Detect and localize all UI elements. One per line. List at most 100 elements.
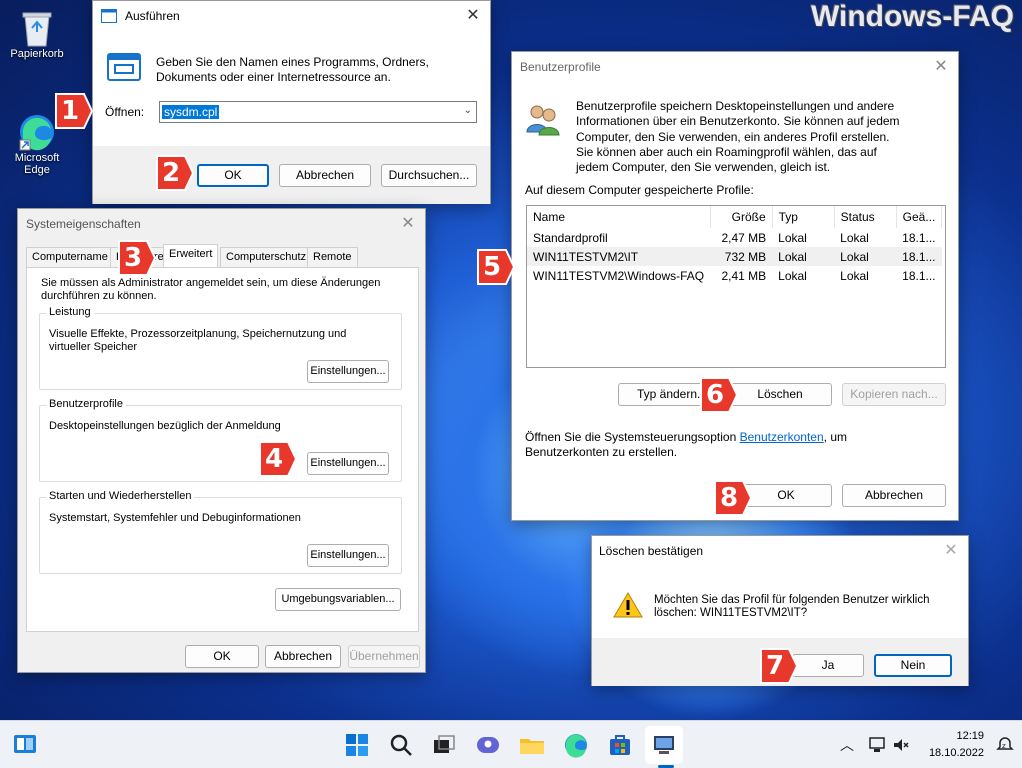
column-name[interactable]: Name [527, 206, 711, 228]
file-explorer-icon[interactable] [518, 731, 546, 759]
store-icon[interactable] [606, 731, 634, 759]
widgets-icon[interactable] [12, 731, 40, 759]
startup-settings-button[interactable]: Einstellungen... [307, 544, 389, 567]
profile-changed: 18.1... [896, 247, 942, 266]
open-label: Öffnen: [105, 105, 145, 119]
close-icon[interactable]: ✕ [942, 542, 960, 560]
tab-advanced[interactable]: Erweitert [163, 244, 219, 268]
profile-name: WIN11TESTVM2\IT [527, 247, 711, 266]
step-badge-2: 2 [153, 152, 195, 194]
tab-panel: Sie müssen als Administrator angemeldet … [26, 267, 419, 632]
profile-status: Lokal [840, 230, 869, 245]
profile-type: Lokal [778, 230, 807, 245]
profile-name: Standardprofil [533, 230, 608, 245]
clock-date[interactable]: 18.10.2022 [918, 747, 984, 759]
table-row[interactable]: Standardprofil 2,47 MB Lokal Lokal 18.1.… [527, 228, 942, 247]
profile-size: 2,47 MB [721, 230, 767, 245]
taskbar: ︿ 12:19 18.10.2022 z [0, 720, 1022, 768]
startup-recovery-group: Starten und Wiederherstellen Systemstart… [39, 490, 402, 574]
confirm-no-button[interactable]: Nein [874, 654, 952, 677]
recycle-bin-icon [22, 12, 52, 47]
sysprops-cancel-button[interactable]: Abbrechen [265, 645, 341, 668]
edge-label: Microsoft Edge [14, 152, 60, 176]
search-icon[interactable] [387, 731, 415, 759]
close-icon[interactable]: ✕ [464, 7, 482, 25]
column-type[interactable]: Typ [772, 206, 835, 228]
performance-group: Leistung Visuelle Effekte, Prozessorzeit… [39, 306, 402, 390]
copy-to-button[interactable]: Kopieren nach... [842, 383, 946, 406]
edge-icon [19, 115, 54, 151]
step-badge-8: 8 [711, 477, 753, 519]
user-profiles-dialog: Benutzerprofile ✕ Benutzerprofile speich… [511, 51, 959, 521]
tab-system-protection[interactable]: Computerschutz [220, 247, 313, 267]
clock-time[interactable]: 12:19 [940, 730, 984, 742]
recycle-bin-label: Papierkorb [10, 48, 64, 60]
chat-icon[interactable] [474, 731, 502, 759]
confirm-message-line: Möchten Sie das Profil für folgenden Ben… [654, 594, 930, 606]
column-status[interactable]: Status [834, 206, 897, 228]
user-accounts-link[interactable]: Benutzerkonten [740, 430, 824, 444]
user-profiles-settings-button[interactable]: Einstellungen... [307, 452, 389, 475]
user-profiles-ok-button[interactable]: OK [740, 484, 832, 507]
user-profiles-group: Benutzerprofile Desktopeinstellungen bez… [39, 398, 402, 482]
confirm-title: Löschen bestätigen [599, 544, 704, 558]
user-profiles-titlebar[interactable]: Benutzerprofile ✕ [512, 52, 958, 82]
user-profiles-cancel-button[interactable]: Abbrechen [842, 484, 946, 507]
confirm-message: Möchten Sie das Profil für folgenden Ben… [654, 594, 930, 620]
run-ok-button[interactable]: OK [197, 164, 269, 187]
warning-icon [613, 592, 643, 618]
confirm-yes-button[interactable]: Ja [792, 654, 864, 677]
environment-variables-button[interactable]: Umgebungsvariablen... [275, 588, 401, 611]
users-icon [526, 105, 560, 136]
open-input-value[interactable]: sysdm.cpl [162, 105, 220, 119]
confirm-message-line: löschen: WIN11TESTVM2\IT? [654, 607, 808, 619]
profile-changed: 18.1... [902, 268, 936, 283]
run-app-icon [107, 53, 141, 81]
sysprops-apply-button[interactable]: Übernehmen [348, 645, 420, 668]
start-icon[interactable] [343, 731, 371, 759]
sysprops-ok-button[interactable]: OK [185, 645, 259, 668]
confirm-titlebar[interactable]: Löschen bestätigen ✕ [592, 536, 968, 566]
user-profiles-dialog-title: Benutzerprofile [520, 60, 601, 74]
column-size[interactable]: Größe [710, 206, 773, 228]
network-icon[interactable] [868, 736, 886, 754]
chevron-up-icon[interactable]: ︿ [840, 735, 854, 755]
stored-profiles-label: Auf diesem Computer gespeicherte Profile… [525, 183, 754, 197]
step-badge-5: 5 [474, 246, 516, 288]
table-row[interactable]: WIN11TESTVM2\IT 732 MB Lokal Lokal 18.1.… [527, 247, 942, 266]
profiles-list[interactable]: Name Größe Typ Status Geä... Standardpro… [526, 205, 946, 368]
footer-text: Benutzerkonten zu erstellen. [525, 445, 678, 459]
close-icon[interactable]: ✕ [399, 215, 417, 233]
recycle-bin-shortcut[interactable]: Papierkorb [5, 8, 69, 60]
column-changed[interactable]: Geä... [896, 206, 943, 228]
performance-text: Visuelle Effekte, Prozessorzeitplanung, … [49, 328, 347, 353]
tab-remote[interactable]: Remote [307, 247, 358, 267]
step-badge-3: 3 [115, 237, 157, 279]
task-view-icon[interactable] [430, 731, 458, 759]
profile-status: Lokal [834, 247, 897, 266]
footer-text: Öffnen Sie die Systemsteuerungsoption [525, 430, 737, 444]
step-badge-7: 7 [757, 645, 799, 687]
system-properties-taskbar-icon[interactable] [650, 731, 678, 759]
close-icon[interactable]: ✕ [932, 58, 950, 76]
table-row[interactable]: WIN11TESTVM2\Windows-FAQ 2,41 MB Lokal L… [527, 266, 942, 285]
run-description: Geben Sie den Namen eines Programms, Ord… [156, 55, 429, 84]
run-titlebar[interactable]: Ausführen ✕ [93, 1, 490, 31]
profile-name: WIN11TESTVM2\Windows-FAQ [533, 268, 705, 283]
notification-icon[interactable]: z [996, 736, 1014, 754]
volume-muted-icon[interactable] [892, 736, 910, 754]
sysprops-titlebar[interactable]: Systemeigenschaften ✕ [18, 209, 425, 239]
step-badge-1: 1 [52, 90, 94, 132]
delete-button[interactable]: Löschen [728, 383, 832, 406]
profile-size: 2,41 MB [721, 268, 767, 283]
tab-computername[interactable]: Computername [26, 247, 114, 267]
chevron-down-icon[interactable]: ⌄ [464, 105, 472, 116]
run-cancel-button[interactable]: Abbrechen [279, 164, 371, 187]
open-combobox[interactable]: sysdm.cpl ⌄ [159, 101, 477, 123]
run-dialog: Ausführen ✕ Geben Sie den Namen eines Pr… [92, 0, 491, 204]
step-badge-4: 4 [256, 438, 298, 480]
edge-taskbar-icon[interactable] [562, 731, 590, 759]
run-browse-button[interactable]: Durchsuchen... [381, 164, 477, 187]
performance-settings-button[interactable]: Einstellungen... [307, 360, 389, 383]
startup-recovery-text: Systemstart, Systemfehler und Debuginfor… [49, 512, 301, 524]
